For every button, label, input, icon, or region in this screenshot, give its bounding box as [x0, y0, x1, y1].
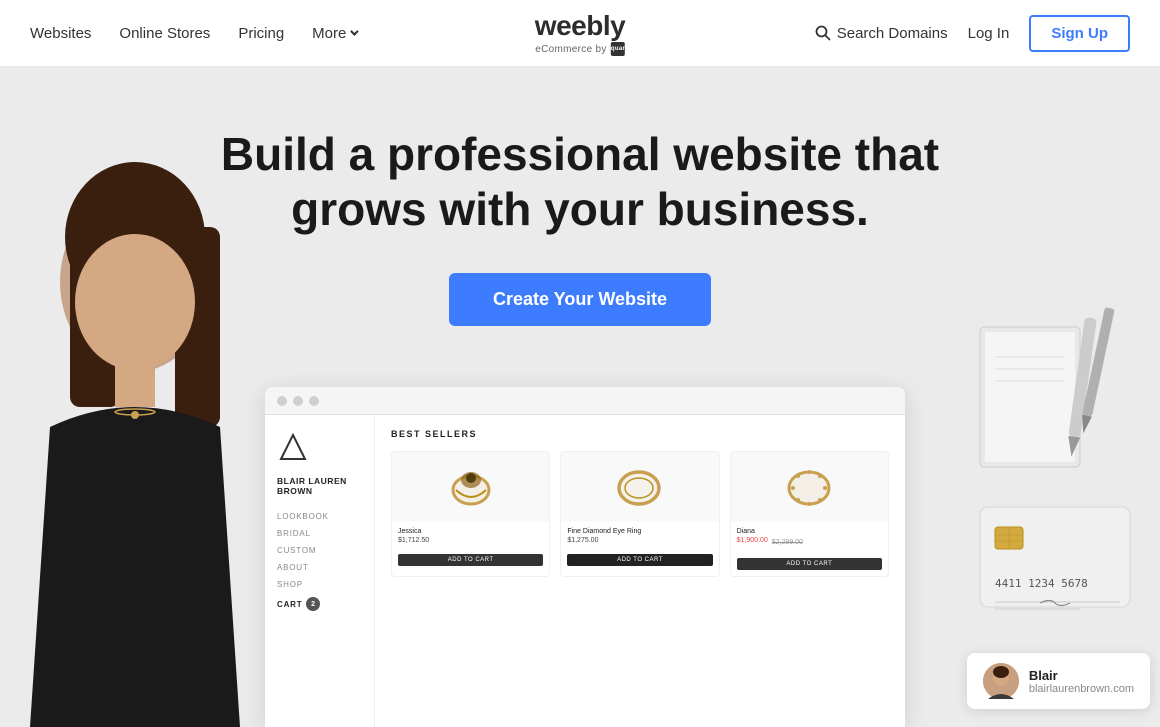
illustration-right: 4411 1234 5678	[960, 307, 1160, 667]
product-info-3: Diana $1,900.00 $2,299.00 ADD TO CART	[731, 522, 888, 576]
best-sellers-title: BEST SELLERS	[391, 429, 889, 439]
logo-sub: eCommerce by Square	[535, 42, 625, 56]
blair-text: Blair blairlaurenbrown.com	[1029, 668, 1134, 695]
navbar: Websites Online Stores Pricing More weeb…	[0, 0, 1160, 67]
search-domains-btn[interactable]: Search Domains	[815, 25, 948, 42]
ring-icon-1	[446, 460, 496, 515]
chevron-down-icon	[351, 27, 359, 35]
products-grid: Jessica $1,712.50 ADD TO CART	[391, 451, 889, 577]
blair-avatar-icon	[983, 663, 1019, 699]
login-link[interactable]: Log In	[968, 25, 1010, 42]
notebook-illustration: 4411 1234 5678	[960, 307, 1160, 667]
signup-button[interactable]: Sign Up	[1029, 15, 1130, 52]
window-dot-3	[309, 396, 319, 406]
sidebar-about: ABOUT	[277, 563, 362, 572]
add-to-cart-2[interactable]: ADD TO CART	[567, 554, 712, 566]
cart-badge: 2	[306, 597, 320, 611]
window-dot-2	[293, 396, 303, 406]
product-image-3	[731, 452, 888, 522]
product-name-1: Jessica	[398, 528, 543, 535]
add-to-cart-3[interactable]: ADD TO CART	[737, 558, 882, 570]
square-icon: Square	[611, 42, 625, 56]
brand-name: BLAIR LAUREN BROWN	[277, 476, 362, 496]
product-image-2	[561, 452, 718, 522]
product-old-price-3: $2,299.00	[772, 539, 803, 546]
nav-right: Search Domains Log In Sign Up	[815, 15, 1130, 52]
window-dot-1	[277, 396, 287, 406]
logo-text: weebly	[535, 10, 625, 42]
sidebar-custom: CUSTOM	[277, 546, 362, 555]
person-image	[0, 147, 300, 727]
product-card-3: Diana $1,900.00 $2,299.00 ADD TO CART	[730, 451, 889, 577]
nav-left: Websites Online Stores Pricing More	[30, 25, 356, 42]
product-price-1: $1,712.50	[398, 537, 543, 544]
mockup-window: BLAIR LAUREN BROWN LOOKBOOK BRIDAL CUSTO…	[265, 387, 905, 727]
product-card-2: Fine Diamond Eye Ring $1,275.00 ADD TO C…	[560, 451, 719, 577]
product-card-1: Jessica $1,712.50 ADD TO CART	[391, 451, 550, 577]
sidebar-bridal: BRIDAL	[277, 529, 362, 538]
nav-pricing[interactable]: Pricing	[238, 25, 284, 42]
nav-more[interactable]: More	[312, 25, 356, 42]
product-name-2: Fine Diamond Eye Ring	[567, 528, 712, 535]
svg-text:4411 1234 5678: 4411 1234 5678	[995, 577, 1088, 590]
product-sale-price-3: $1,900.00	[737, 537, 768, 544]
product-info-2: Fine Diamond Eye Ring $1,275.00 ADD TO C…	[561, 522, 718, 572]
blair-avatar	[983, 663, 1019, 699]
person-silhouette	[0, 147, 300, 727]
nav-online-stores[interactable]: Online Stores	[119, 25, 210, 42]
mockup-titlebar	[265, 387, 905, 415]
nav-websites[interactable]: Websites	[30, 25, 91, 42]
ring-icon-2	[612, 460, 667, 515]
mockup-sidebar: BLAIR LAUREN BROWN LOOKBOOK BRIDAL CUSTO…	[265, 415, 375, 727]
mockup-content: BEST SELLERS	[375, 415, 905, 727]
product-image-1	[392, 452, 549, 522]
product-info-1: Jessica $1,712.50 ADD TO CART	[392, 522, 549, 572]
hero-section: Build a professional website that grows …	[0, 67, 1160, 727]
sidebar-lookbook: LOOKBOOK	[277, 512, 362, 521]
sidebar-cart: CART 2	[277, 597, 362, 611]
brand-logo-icon	[277, 431, 309, 463]
mockup-body: BLAIR LAUREN BROWN LOOKBOOK BRIDAL CUSTO…	[265, 415, 905, 727]
logo: weebly eCommerce by Square	[535, 10, 625, 56]
blair-url: blairlaurenbrown.com	[1029, 683, 1134, 695]
blair-info-card: Blair blairlaurenbrown.com	[967, 653, 1150, 709]
mockup-nav: LOOKBOOK BRIDAL CUSTOM ABOUT SHOP CART 2	[277, 512, 362, 611]
sidebar-shop: SHOP	[277, 580, 362, 589]
blair-name: Blair	[1029, 668, 1134, 683]
product-name-3: Diana	[737, 528, 882, 535]
product-price-2: $1,275.00	[567, 537, 712, 544]
create-website-button[interactable]: Create Your Website	[449, 273, 711, 326]
ring-icon-3	[782, 460, 837, 515]
search-icon	[815, 25, 831, 41]
add-to-cart-1[interactable]: ADD TO CART	[398, 554, 543, 566]
